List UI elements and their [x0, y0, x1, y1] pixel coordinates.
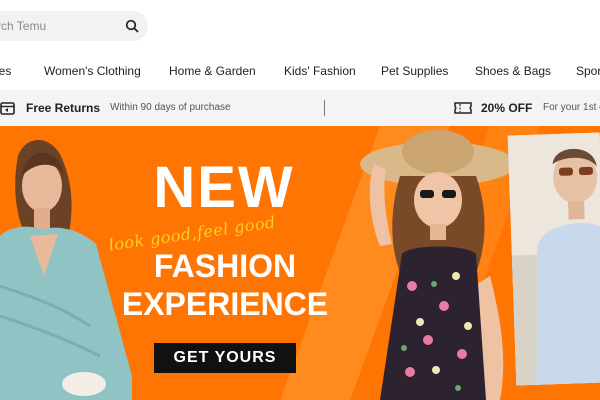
category-shoes-bags[interactable]: Shoes & Bags: [475, 64, 551, 78]
top-bar: rch Temu: [0, 0, 600, 52]
search-button[interactable]: [122, 16, 142, 36]
headline-fashion: FASHION: [153, 248, 297, 284]
headline-new: NEW: [153, 155, 295, 220]
free-returns-subtitle: Within 90 days of purchase: [110, 102, 231, 113]
model-right-image: [507, 132, 600, 386]
hero-banner[interactable]: NEW look good,feel good FASHION EXPERIEN…: [0, 126, 600, 400]
category-home-garden[interactable]: Home & Garden: [169, 64, 256, 78]
headline-experience: EXPERIENCE: [121, 286, 329, 322]
free-returns-title: Free Returns: [26, 101, 101, 115]
coupon-icon: [454, 102, 472, 114]
category-womens-clothing[interactable]: Women's Clothing: [44, 64, 141, 78]
discount-title: 20% OFF: [481, 101, 533, 115]
search-input[interactable]: rch Temu: [0, 19, 46, 33]
category-sports[interactable]: Spor: [576, 64, 600, 78]
model-hat-image: [360, 130, 516, 400]
return-box-icon: [0, 102, 15, 115]
get-yours-button[interactable]: GET YOURS: [154, 343, 296, 373]
model-left-image: [0, 139, 132, 400]
search-box[interactable]: rch Temu: [0, 11, 148, 41]
category-pet-supplies[interactable]: Pet Supplies: [381, 64, 448, 78]
promo-bar: Free Returns Within 90 days of purchase …: [0, 90, 600, 126]
promo-divider: [324, 100, 325, 116]
search-icon: [125, 19, 139, 33]
category-nav: ies Women's Clothing Home & Garden Kids'…: [0, 52, 600, 91]
category-item[interactable]: ies: [0, 64, 11, 78]
category-kids-fashion[interactable]: Kids' Fashion: [284, 64, 356, 78]
discount-subtitle: For your 1st o: [543, 102, 600, 113]
